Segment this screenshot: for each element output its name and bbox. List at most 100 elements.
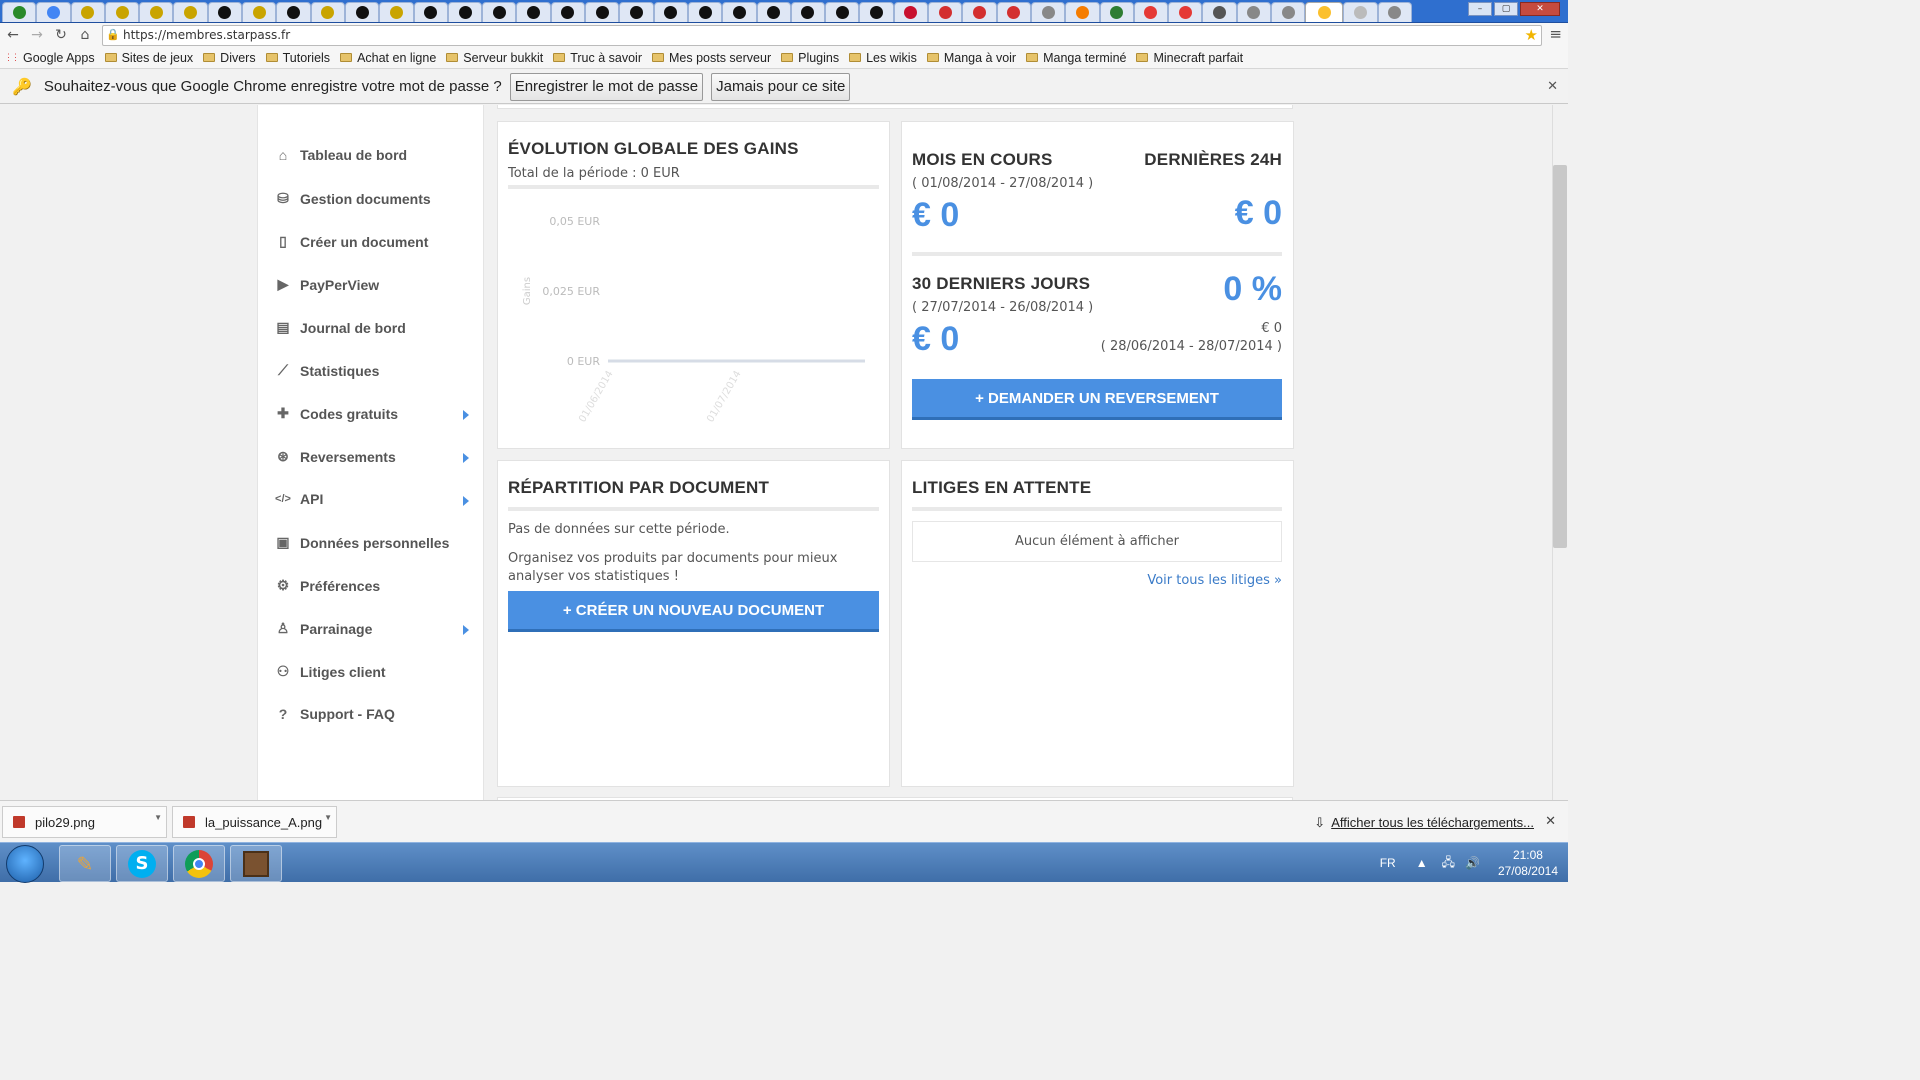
bookmark-folder[interactable]: Plugins — [781, 51, 839, 65]
browser-tab[interactable] — [1305, 2, 1344, 22]
start-button[interactable] — [6, 845, 44, 883]
download-item[interactable]: pilo29.png ▼ — [2, 806, 167, 838]
browser-tab[interactable] — [756, 2, 791, 22]
browser-tab[interactable] — [516, 2, 551, 22]
view-all-litiges-link[interactable]: Voir tous les litiges » — [1147, 573, 1282, 588]
browser-tab[interactable] — [1030, 2, 1066, 22]
browser-tab[interactable] — [928, 2, 963, 22]
browser-tab[interactable] — [1236, 2, 1271, 22]
browser-tab[interactable] — [36, 2, 71, 22]
bookmark-folder[interactable]: Achat en ligne — [340, 51, 436, 65]
network-icon[interactable]: 🖧 — [1442, 853, 1455, 874]
sidebar-item-gestion-documents[interactable]: ⛁ Gestion documents — [274, 190, 431, 207]
browser-tab[interactable] — [585, 2, 620, 22]
dropdown-arrow-icon[interactable]: ▼ — [154, 813, 162, 822]
taskbar-minecraft-icon[interactable] — [230, 845, 282, 882]
create-document-button[interactable]: + CRÉER UN NOUVEAU DOCUMENT — [508, 591, 879, 632]
infobar-close-icon[interactable]: ✕ — [1547, 78, 1558, 94]
taskbar-chrome-icon[interactable] — [173, 845, 225, 882]
chrome-menu-icon[interactable]: ≡ — [1549, 25, 1562, 43]
bookmark-folder[interactable]: Truc à savoir — [553, 51, 642, 65]
bookmark-folder[interactable]: Sites de jeux — [104, 51, 193, 65]
browser-tab[interactable] — [207, 2, 243, 22]
browser-tab[interactable] — [893, 2, 929, 22]
home-button-icon[interactable]: ⌂ — [76, 26, 94, 44]
bookmark-star-icon[interactable]: ★ — [1525, 26, 1538, 44]
clock[interactable]: 21:08 27/08/2014 — [1498, 847, 1558, 879]
browser-tab[interactable] — [1133, 2, 1169, 22]
sidebar-item-support-faq[interactable]: ? Support - FAQ — [274, 706, 395, 722]
bookmark-folder[interactable]: Tutoriels — [265, 51, 330, 65]
browser-tab[interactable] — [653, 2, 688, 22]
chevron-right-icon[interactable] — [463, 453, 469, 463]
browser-tab[interactable] — [550, 2, 586, 22]
sidebar-item-tableau-de-bord[interactable]: ⌂ Tableau de bord — [274, 147, 407, 163]
request-payout-button[interactable]: + DEMANDER UN REVERSEMENT — [912, 379, 1282, 420]
downloads-close-icon[interactable]: ✕ — [1545, 814, 1556, 829]
save-password-button[interactable]: Enregistrer le mot de passe — [509, 72, 704, 101]
bookmark-folder[interactable]: Mes posts serveur — [651, 51, 771, 65]
sidebar-item-reversements[interactable]: ⊛ Reversements — [274, 448, 396, 465]
sidebar-item-donn-es-personnelles[interactable]: ▣ Données personnelles — [274, 534, 449, 551]
chevron-right-icon[interactable] — [463, 496, 469, 506]
reload-icon[interactable]: ↻ — [52, 26, 70, 44]
volume-icon[interactable]: 🔊 — [1465, 856, 1480, 870]
chevron-right-icon[interactable] — [463, 625, 469, 635]
tray-expand-icon[interactable]: ▲ — [1416, 856, 1428, 870]
browser-tab[interactable] — [276, 2, 311, 22]
browser-tab[interactable] — [310, 2, 345, 22]
browser-tab[interactable] — [996, 2, 1031, 22]
browser-tab[interactable] — [242, 2, 277, 22]
browser-tab[interactable] — [482, 2, 517, 22]
sidebar-item-pr-f-rences[interactable]: ⚙ Préférences — [274, 577, 380, 594]
browser-tab[interactable] — [1343, 2, 1378, 22]
close-window-icon[interactable]: ✕ — [1520, 2, 1560, 16]
show-all-downloads-link[interactable]: ⇩ Afficher tous les téléchargements... — [1314, 815, 1534, 831]
bookmark-folder[interactable]: Les wikis — [849, 51, 917, 65]
download-item[interactable]: la_puissance_A.png ▼ — [172, 806, 337, 838]
sidebar-item-codes-gratuits[interactable]: ✚ Codes gratuits — [274, 405, 398, 422]
sidebar-item-payperview[interactable]: ▶ PayPerView — [274, 276, 380, 293]
never-save-button[interactable]: Jamais pour ce site — [711, 72, 851, 101]
bookmark-google-apps[interactable]: ⋮⋮ Google Apps — [4, 51, 95, 65]
browser-tab[interactable] — [104, 2, 140, 22]
sidebar-item-statistiques[interactable]: ⟋ Statistiques — [274, 362, 379, 379]
browser-tab[interactable] — [139, 2, 174, 22]
maximize-icon[interactable]: ▢ — [1494, 2, 1518, 16]
forward-icon[interactable]: → — [28, 26, 46, 44]
sidebar-item-journal-de-bord[interactable]: ▤ Journal de bord — [274, 319, 405, 336]
taskbar-skype-icon[interactable]: S — [116, 845, 168, 882]
chevron-right-icon[interactable] — [463, 410, 469, 420]
browser-tab[interactable] — [1377, 2, 1412, 22]
browser-tab[interactable] — [790, 2, 826, 22]
browser-tab[interactable] — [413, 2, 448, 22]
dropdown-arrow-icon[interactable]: ▼ — [324, 813, 332, 822]
taskbar-app-paint-icon[interactable]: ✎ — [59, 845, 111, 882]
sidebar-item-litiges-client[interactable]: ⚇ Litiges client — [274, 663, 386, 680]
browser-tab[interactable] — [70, 2, 105, 22]
browser-tab[interactable] — [687, 2, 723, 22]
browser-tab[interactable] — [1202, 2, 1237, 22]
browser-tab[interactable] — [619, 2, 654, 22]
back-icon[interactable]: ← — [4, 26, 22, 44]
bookmark-folder[interactable]: Minecraft parfait — [1136, 51, 1243, 65]
bookmark-folder[interactable]: Serveur bukkit — [446, 51, 543, 65]
browser-tab[interactable] — [962, 2, 997, 22]
browser-tab[interactable] — [722, 2, 757, 22]
browser-tab[interactable] — [1270, 2, 1306, 22]
browser-tab[interactable] — [2, 2, 37, 22]
browser-tab[interactable] — [173, 2, 208, 22]
browser-tab[interactable] — [1065, 2, 1100, 22]
minimize-icon[interactable]: – — [1468, 2, 1492, 16]
sidebar-item-parrainage[interactable]: ♙ Parrainage — [274, 620, 373, 637]
bookmark-folder[interactable]: Divers — [203, 51, 256, 65]
browser-tab[interactable] — [344, 2, 380, 22]
browser-tab[interactable] — [379, 2, 414, 22]
sidebar-item-api[interactable]: </> API — [274, 491, 323, 507]
browser-tab[interactable] — [859, 2, 894, 22]
browser-tab[interactable] — [1099, 2, 1134, 22]
browser-tab[interactable] — [1168, 2, 1203, 22]
browser-tab[interactable] — [825, 2, 860, 22]
address-bar[interactable]: https://membres.starpass.fr — [102, 25, 1542, 46]
browser-tab[interactable] — [447, 2, 483, 22]
